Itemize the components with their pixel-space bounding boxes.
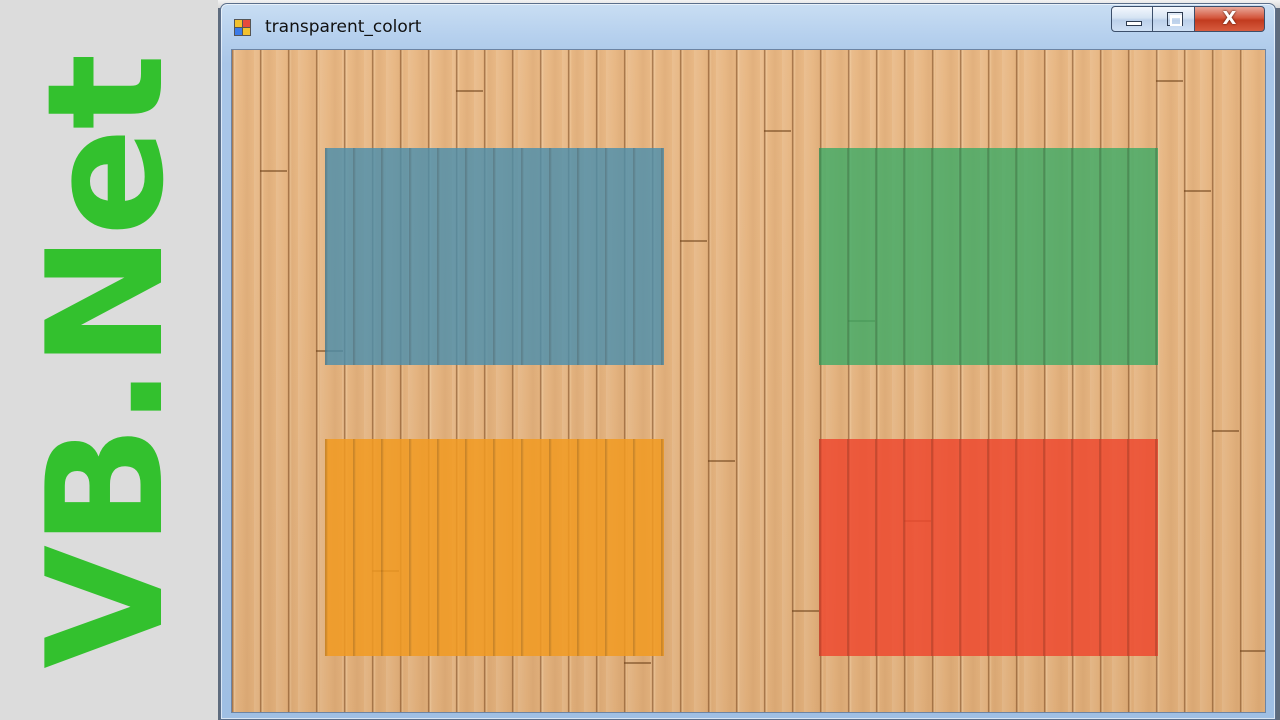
red-panel <box>819 439 1158 656</box>
branding-banner: VB.Net <box>0 0 218 720</box>
close-icon: X <box>1222 8 1237 29</box>
window-controls: X <box>1111 6 1265 38</box>
banner-title: VB.Net <box>12 55 199 669</box>
green-panel <box>819 148 1158 365</box>
window-title: transparent_colort <box>265 17 422 37</box>
app-icon[interactable] <box>234 19 252 37</box>
close-button[interactable]: X <box>1195 6 1265 32</box>
minimize-button[interactable] <box>1111 6 1153 32</box>
screen: VB.Net transparent_colort X <box>0 0 1280 720</box>
minimize-icon <box>1126 21 1142 26</box>
blue-panel <box>325 148 664 365</box>
orange-panel <box>325 439 664 656</box>
maximize-button[interactable] <box>1153 6 1195 32</box>
form-window: transparent_colort X <box>220 3 1276 720</box>
title-bar[interactable]: transparent_colort X <box>221 4 1275 48</box>
restore-icon <box>1167 12 1183 26</box>
form-client-area <box>231 49 1266 713</box>
